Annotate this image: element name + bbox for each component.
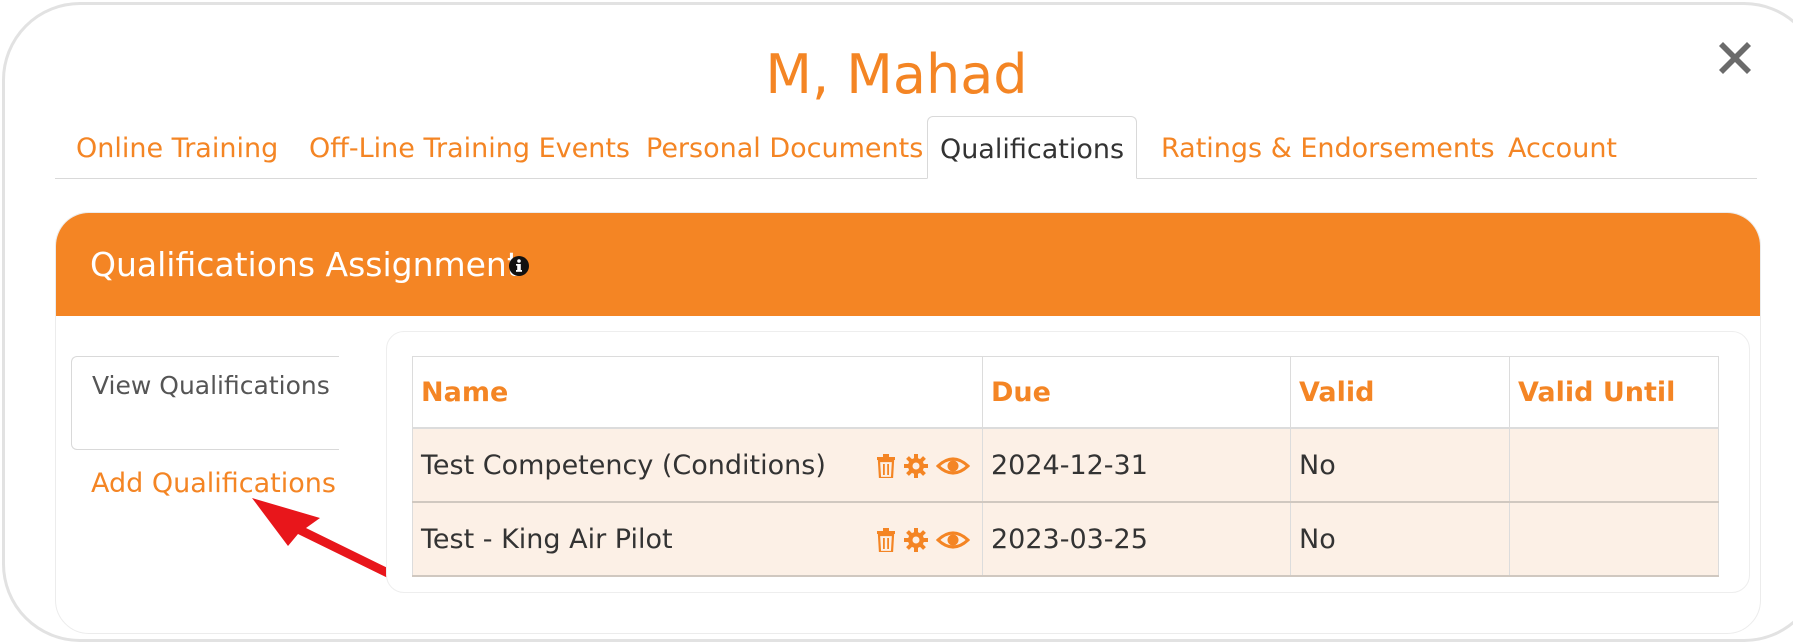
tab-personal-documents[interactable]: Personal Documents	[646, 116, 923, 178]
table-header-row: Name Due Valid Valid Until	[412, 356, 1719, 429]
close-icon[interactable]	[1713, 36, 1757, 80]
row-valid-until-cell	[1509, 427, 1719, 503]
trash-icon[interactable]	[876, 528, 896, 552]
column-header-name[interactable]: Name	[412, 356, 983, 429]
view-qualifications-link[interactable]: View Qualifications	[71, 356, 339, 450]
row-due-cell: 2024-12-31	[982, 427, 1291, 503]
modal-title: M, Mahad	[765, 43, 1028, 106]
column-header-due[interactable]: Due	[982, 356, 1291, 429]
row-name-cell: Test Competency (Conditions)	[412, 427, 983, 503]
row-valid-until-cell	[1509, 501, 1719, 577]
tab-online-training[interactable]: Online Training	[76, 116, 278, 178]
table-row: Test Competency (Conditions) 2024-12-31 …	[412, 427, 1719, 503]
row-valid-cell: No	[1290, 427, 1510, 503]
eye-icon[interactable]	[936, 529, 970, 551]
qualifications-table: Name Due Valid Valid Until Test Competen…	[412, 356, 1719, 577]
row-valid-cell: No	[1290, 501, 1510, 577]
tab-bar: Online Training Off-Line Training Events…	[55, 116, 1757, 179]
column-header-valid[interactable]: Valid	[1290, 356, 1510, 429]
tab-off-line-training-events[interactable]: Off-Line Training Events	[309, 116, 630, 178]
trash-icon[interactable]	[876, 454, 896, 478]
tab-qualifications[interactable]: Qualifications	[927, 116, 1137, 179]
eye-icon[interactable]	[936, 455, 970, 477]
row-name-cell: Test - King Air Pilot	[412, 501, 983, 577]
table-row: Test - King Air Pilot 2023-03-25 No	[412, 501, 1719, 577]
panel-header: Qualifications Assignment	[56, 213, 1760, 316]
info-circle-icon[interactable]	[509, 256, 529, 276]
panel-title: Qualifications Assignment	[90, 245, 520, 284]
tab-account[interactable]: Account	[1508, 116, 1617, 178]
qualification-name: Test Competency (Conditions)	[421, 449, 826, 481]
row-due-cell: 2023-03-25	[982, 501, 1291, 577]
tab-ratings-endorsements[interactable]: Ratings & Endorsements	[1161, 116, 1495, 178]
gear-icon[interactable]	[904, 454, 928, 478]
annotation-arrow-icon	[252, 498, 400, 580]
column-header-valid-until[interactable]: Valid Until	[1509, 356, 1719, 429]
qualification-name: Test - King Air Pilot	[421, 523, 673, 555]
gear-icon[interactable]	[904, 528, 928, 552]
